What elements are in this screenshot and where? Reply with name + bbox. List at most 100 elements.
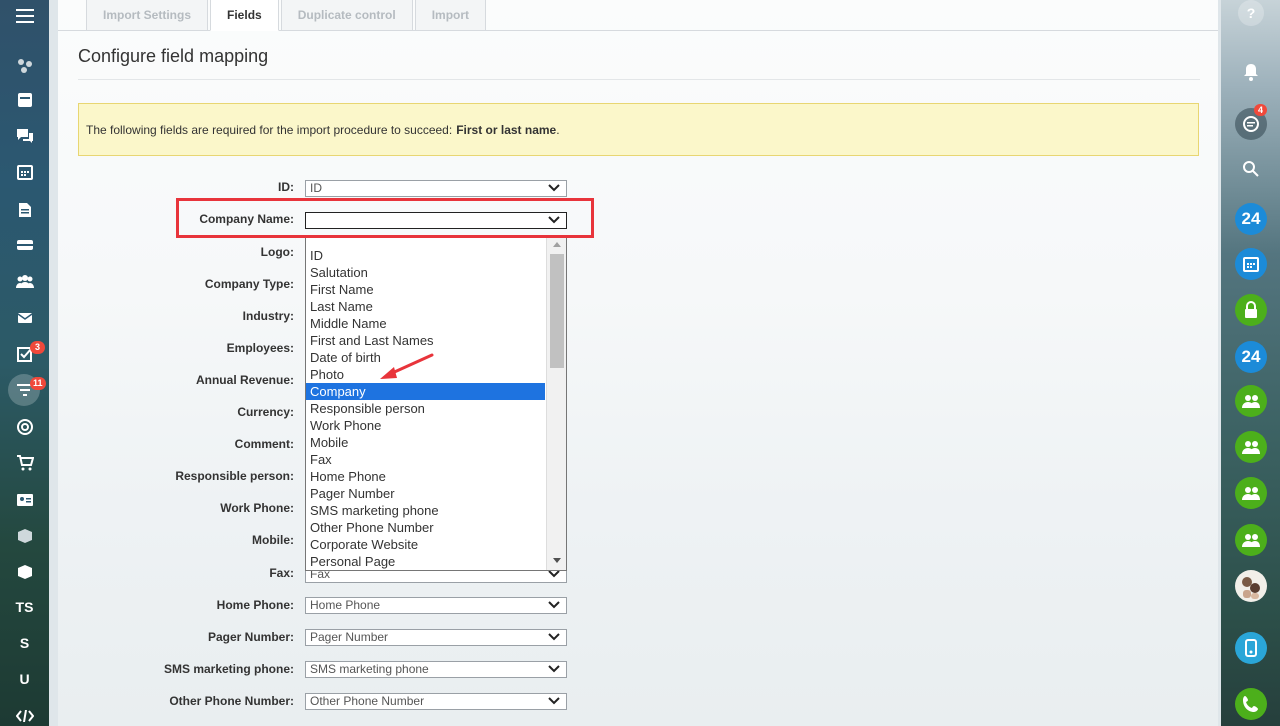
target-icon[interactable] — [0, 411, 49, 443]
field-label: SMS marketing phone: — [163, 662, 294, 676]
group-chat-icon-2[interactable] — [1235, 431, 1267, 463]
user-avatar-icon[interactable] — [1235, 570, 1267, 602]
chat-icon[interactable] — [0, 120, 49, 152]
field-select-other-phone-number[interactable]: Other Phone Number — [305, 693, 567, 710]
chevron-down-icon — [548, 184, 560, 192]
dropdown-option-selected[interactable]: Company — [306, 383, 545, 400]
chevron-down-icon — [548, 601, 560, 609]
document-icon[interactable] — [0, 194, 49, 226]
field-label: Industry: — [242, 309, 294, 323]
field-label: Responsible person: — [175, 469, 294, 483]
chat-badge: 4 — [1254, 104, 1267, 116]
group-chat-icon-3[interactable] — [1235, 477, 1267, 509]
employees-icon[interactable] — [0, 266, 49, 298]
notice-required-field: First or last name — [456, 122, 557, 137]
field-label: Company Type: — [204, 277, 294, 291]
sidebar-item-s[interactable]: S — [0, 627, 49, 659]
main-panel: Import Settings Fields Duplicate control… — [58, 0, 1218, 726]
network-icon[interactable] — [0, 50, 49, 82]
search-icon[interactable] — [1235, 153, 1267, 185]
mobile-app-icon[interactable] — [1235, 632, 1267, 664]
dropdown-option[interactable]: Middle Name — [306, 315, 545, 332]
bell-icon[interactable] — [1235, 56, 1267, 88]
dropdown-option[interactable]: Home Phone — [306, 468, 545, 485]
code-icon[interactable] — [0, 700, 49, 726]
crm-badge: 11 — [30, 377, 46, 390]
dropdown-option[interactable]: Responsible person — [306, 400, 545, 417]
bitrix24-icon-2[interactable]: 24 — [1235, 341, 1267, 373]
dropdown-option[interactable]: First Name — [306, 281, 545, 298]
group-chat-icon-4[interactable] — [1235, 524, 1267, 556]
field-label: Pager Number: — [207, 630, 294, 644]
dropdown-option[interactable]: Fax — [306, 451, 545, 468]
dropdown-option[interactable]: Work Phone — [306, 417, 545, 434]
feed-icon[interactable] — [0, 84, 49, 116]
help-icon[interactable]: ? — [1238, 0, 1264, 26]
field-label: Logo: — [260, 245, 294, 259]
field-label: Annual Revenue: — [195, 373, 294, 387]
select-value: SMS marketing phone — [310, 662, 429, 676]
cart-icon[interactable] — [0, 447, 49, 479]
select-value: Home Phone — [310, 598, 381, 612]
tasks-badge: 3 — [30, 341, 45, 354]
scroll-up-icon[interactable] — [553, 242, 561, 247]
field-label: Other Phone Number: — [169, 694, 294, 708]
box-icon-2[interactable] — [0, 556, 49, 588]
dropdown-option[interactable]: Personal Page — [306, 553, 545, 570]
crm-filter-icon[interactable]: 11 — [0, 374, 49, 406]
title-divider — [78, 79, 1200, 80]
menu-icon[interactable] — [0, 0, 49, 32]
dropdown-option[interactable]: Mobile — [306, 434, 545, 451]
dropdown-option[interactable]: Salutation — [306, 264, 545, 281]
company-name-dropdown-list[interactable]: ID Salutation First Name Last Name Middl… — [305, 237, 567, 571]
notice-text: The following fields are required for th… — [86, 122, 453, 137]
calendar-icon[interactable] — [1235, 248, 1267, 280]
tab-import[interactable]: Import — [414, 0, 487, 31]
mail-icon[interactable] — [0, 302, 49, 334]
page-title: Configure field mapping — [78, 46, 269, 66]
sidebar-item-u[interactable]: U — [0, 663, 49, 695]
bitrix24-label-2: 24 — [1241, 347, 1261, 366]
chat-bubble-icon[interactable]: 4 — [1235, 104, 1267, 140]
scroll-down-icon[interactable] — [553, 558, 561, 563]
tab-import-settings[interactable]: Import Settings — [86, 0, 209, 31]
field-label: ID: — [278, 180, 294, 194]
dropdown-option[interactable]: Other Phone Number — [306, 519, 545, 536]
group-chat-icon[interactable] — [1235, 385, 1267, 417]
left-sidebar: 3 11 TS S U — [0, 0, 49, 726]
scrollbar-thumb[interactable] — [550, 254, 564, 368]
right-sidebar: ? 4 24 24 — [1221, 0, 1280, 726]
tasks-icon[interactable]: 3 — [0, 338, 49, 370]
dropdown-scrollbar[interactable] — [546, 238, 566, 570]
tab-bar: Import Settings Fields Duplicate control… — [86, 0, 488, 31]
dropdown-option[interactable]: SMS marketing phone — [306, 502, 545, 519]
contact-card-icon[interactable] — [0, 484, 49, 516]
annotation-arrow-icon — [380, 353, 434, 379]
box-icon[interactable] — [0, 520, 49, 552]
calendar-icon[interactable] — [0, 156, 49, 188]
select-value: ID — [310, 181, 322, 195]
sidebar-item-ts[interactable]: TS — [0, 591, 49, 623]
tab-duplicate-control[interactable]: Duplicate control — [280, 0, 413, 31]
chevron-down-icon — [548, 697, 560, 705]
field-label: Fax: — [269, 566, 294, 580]
field-select-pager-number[interactable]: Pager Number — [305, 629, 567, 646]
bitrix24-label: 24 — [1241, 209, 1261, 228]
field-label: Employees: — [226, 341, 294, 355]
phone-icon[interactable] — [1235, 688, 1267, 720]
dropdown-option[interactable]: First and Last Names — [306, 332, 545, 349]
dropdown-option[interactable]: Corporate Website — [306, 536, 545, 553]
lock-icon[interactable] — [1235, 294, 1267, 326]
dropdown-option[interactable]: Pager Number — [306, 485, 545, 502]
dropdown-option[interactable]: ID — [306, 247, 545, 264]
bitrix24-icon[interactable]: 24 — [1235, 203, 1267, 235]
notice-period: . — [556, 122, 560, 137]
field-select-sms-marketing-phone[interactable]: SMS marketing phone — [305, 661, 567, 678]
field-select-id[interactable]: ID — [305, 180, 567, 197]
field-label: Work Phone: — [220, 501, 294, 515]
field-label: Mobile: — [252, 533, 294, 547]
drive-icon[interactable] — [0, 229, 49, 261]
tab-fields[interactable]: Fields — [210, 0, 279, 31]
dropdown-option[interactable]: Last Name — [306, 298, 545, 315]
field-select-home-phone[interactable]: Home Phone — [305, 597, 567, 614]
